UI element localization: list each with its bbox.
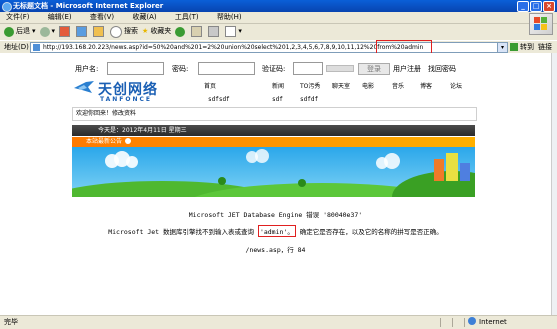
address-bar: 地址(D) http://193.168.20.223/news.asp?id=… [0, 40, 557, 54]
nav-movie[interactable]: 电影 [362, 81, 374, 90]
search-label: 搜索 [124, 27, 139, 35]
status-divider [464, 318, 465, 327]
links-button[interactable]: 链接 [538, 41, 552, 53]
menu-view[interactable]: 查看(V) [90, 13, 114, 21]
nav-injected-item[interactable]: sdf [272, 96, 283, 103]
print-button[interactable] [208, 26, 221, 37]
favorites-label: 收藏夹 [150, 27, 172, 35]
chevron-down-icon: ▾ [51, 27, 56, 35]
menu-favorites[interactable]: 收藏(A) [132, 13, 156, 21]
toolbar: 后退 ▾ ▾ 搜索 ★ 收藏夹 ▾ [0, 24, 530, 39]
page-viewport: 用户名: 密码: 验证码: 登录 用户注册 找回密码 天创网络 TANFONCE… [0, 53, 551, 315]
window-title: 无标题文档 - Microsoft Internet Explorer [13, 2, 164, 10]
search-icon [110, 25, 123, 38]
logo-text-en: TANFONCE [100, 96, 153, 103]
nav-news[interactable]: 新闻 [272, 81, 284, 90]
menu-help[interactable]: 帮助(H) [217, 13, 242, 21]
menu-tools[interactable]: 工具(T) [175, 13, 199, 21]
menu-file[interactable]: 文件(F) [6, 13, 30, 21]
error-message-part: 确定它是否存在，以及它的名称的拼写是否正确。 [299, 228, 443, 236]
star-icon: ★ [142, 27, 149, 35]
search-button[interactable]: 搜索 [110, 24, 138, 39]
status-text: 完毕 [4, 318, 18, 326]
minimize-button[interactable]: _ [517, 1, 529, 12]
error-message-part: Microsoft Jet 数据库引擎找不到输入表或查询 [108, 228, 255, 236]
home-icon [93, 26, 105, 37]
password-label: 密码: [172, 65, 189, 73]
maximize-button[interactable]: □ [530, 1, 542, 12]
edit-button[interactable]: ▾ [225, 24, 242, 39]
go-label: 转到 [520, 43, 534, 51]
print-icon [208, 26, 220, 37]
zone-indicator: Internet [468, 316, 507, 329]
login-bar: 用户名: 密码: 验证码: 登录 用户注册 找回密码 [0, 61, 551, 77]
forward-arrow-icon [39, 26, 50, 37]
vertical-scrollbar[interactable] [551, 53, 557, 315]
username-label: 用户名: [75, 65, 99, 73]
nav-blog[interactable]: 博客 [420, 81, 432, 90]
nav-home[interactable]: 首页 [204, 81, 216, 90]
menu-edit[interactable]: 编辑(E) [48, 13, 72, 21]
refresh-button[interactable] [76, 26, 89, 37]
back-arrow-icon [4, 26, 14, 37]
windows-logo-icon [529, 13, 553, 35]
zone-label: Internet [479, 318, 507, 326]
nav-injected-item[interactable]: sdfsdf [208, 96, 230, 103]
go-button[interactable]: 转到 [510, 41, 534, 53]
date-text: 今天是：2012年4月11日 星期三 [98, 127, 187, 134]
error-title: Microsoft JET Database Engine 错误 '80040e… [188, 211, 363, 219]
nav-chat[interactable]: 聊天室 [332, 81, 350, 90]
banner-illustration [72, 149, 475, 197]
edit-icon [225, 26, 237, 37]
mail-icon [191, 26, 203, 37]
forgot-password-link[interactable]: 找回密码 [428, 64, 456, 74]
forward-button[interactable]: ▾ [39, 24, 56, 39]
address-dropdown[interactable]: ▾ [497, 42, 508, 53]
nav-music[interactable]: 音乐 [392, 81, 404, 90]
globe-icon [468, 317, 476, 325]
mail-button[interactable] [191, 26, 204, 37]
url-highlight-box [376, 40, 432, 54]
captcha-label: 验证码: [262, 65, 286, 73]
bird-logo-icon [74, 81, 94, 93]
chevron-down-icon: ▾ [238, 27, 242, 35]
home-button[interactable] [93, 26, 106, 37]
window-controls: _ □ × [517, 1, 555, 12]
back-button[interactable]: 后退 ▾ [4, 24, 36, 39]
error-location: /news.asp，行 84 [245, 246, 306, 254]
address-label: 地址(D) [4, 43, 29, 51]
register-link[interactable]: 用户注册 [393, 64, 421, 74]
login-button[interactable]: 登录 [358, 63, 390, 75]
favorites-button[interactable]: ★ 收藏夹 [142, 24, 171, 39]
back-label: 后退 [16, 27, 30, 35]
username-input[interactable] [107, 62, 164, 75]
welcome-bar: 欢迎你回来！修改资料 [72, 107, 477, 121]
date-bar: 今天是：2012年4月11日 星期三 [72, 125, 475, 136]
nav-injected-item[interactable]: sdfdf [300, 96, 318, 103]
ie-icon [2, 2, 12, 12]
page-icon [33, 44, 40, 51]
history-icon [175, 26, 186, 37]
captcha-input[interactable] [293, 62, 323, 75]
history-button[interactable] [175, 26, 187, 37]
window-titlebar: 无标题文档 - Microsoft Internet Explorer _ □ … [0, 0, 557, 12]
nav-to-show[interactable]: TO污秀 [300, 81, 320, 90]
nav-forum[interactable]: 论坛 [450, 81, 462, 90]
password-input[interactable] [198, 62, 255, 75]
go-arrow-icon [510, 43, 518, 51]
status-bar: 完毕 Internet [0, 315, 557, 329]
error-message: Microsoft Jet 数据库引擎找不到输入表或查询 'admin'。 确定… [0, 225, 551, 237]
close-button[interactable]: × [543, 1, 555, 12]
chevron-down-icon: ▾ [32, 27, 36, 35]
site-banner: 本站最新公告 [72, 137, 475, 197]
menu-bar: 文件(F) 编辑(E) 查看(V) 收藏(A) 工具(T) 帮助(H) [0, 12, 557, 24]
stop-button[interactable] [59, 26, 72, 37]
captcha-image [326, 65, 354, 72]
address-url: http://193.168.20.223/news.asp?id=50%20a… [43, 44, 424, 51]
error-highlight: 'admin'。 [257, 225, 296, 237]
stop-icon [59, 26, 71, 37]
refresh-icon [76, 26, 88, 37]
status-divider [440, 318, 441, 327]
status-divider [452, 318, 453, 327]
